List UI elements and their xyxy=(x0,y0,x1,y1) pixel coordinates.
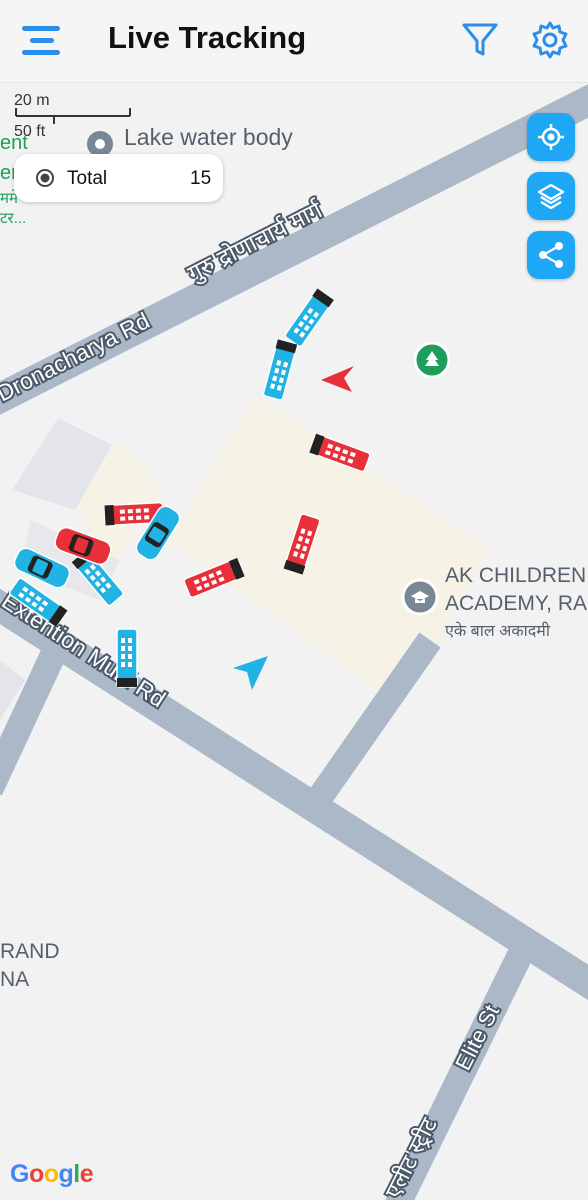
layers-icon xyxy=(537,183,565,210)
layers-button[interactable] xyxy=(527,172,575,220)
poi-label-school-2[interactable]: ACADEMY, RA xyxy=(445,592,587,616)
edge-label: NA xyxy=(0,968,30,991)
vehicle-arrow-cyan xyxy=(233,656,268,690)
poi-label-school-1[interactable]: AK CHILDREN xyxy=(445,564,586,588)
page-title: Live Tracking xyxy=(108,20,307,55)
google-logo: Google xyxy=(10,1160,94,1188)
share-button[interactable] xyxy=(527,231,575,279)
total-label: Total xyxy=(67,168,108,189)
park-pin-icon xyxy=(413,341,451,379)
poi-label-lake[interactable]: Lake water body xyxy=(124,124,293,151)
edge-label-green: टर... xyxy=(0,210,27,227)
map-canvas: गुरु द्रोणाचार्य मार्ग Dronacharya Rd Ex… xyxy=(0,84,588,1200)
edge-label: RAND xyxy=(0,940,60,963)
vehicle-arrow-red xyxy=(321,366,354,392)
radio-icon xyxy=(36,169,54,187)
school-pin-icon xyxy=(401,578,439,616)
poi-label-school-hindi: एके बाल अकादमी xyxy=(445,623,551,640)
menu-icon[interactable] xyxy=(22,24,60,58)
my-location-button[interactable] xyxy=(527,113,575,161)
gear-icon[interactable] xyxy=(530,20,570,60)
road-label-elite: Elite St xyxy=(450,1001,504,1074)
bus-marker-cyan xyxy=(116,628,138,688)
road-label-dronacharya: Dronacharya Rd xyxy=(0,307,153,406)
app-bar: Live Tracking xyxy=(0,0,588,83)
bus-marker-cyan xyxy=(262,339,298,401)
crosshair-icon xyxy=(538,124,564,150)
filter-icon[interactable] xyxy=(460,20,500,60)
road-side xyxy=(0,634,72,796)
total-count: 15 xyxy=(190,168,212,189)
map-scale: 20 m 50 ft xyxy=(14,92,134,144)
bus-marker-cyan xyxy=(284,288,334,348)
share-icon xyxy=(539,242,563,268)
total-summary-card[interactable]: Total 15 xyxy=(14,154,223,202)
map-view[interactable]: गुरु द्रोणाचार्य मार्ग Dronacharya Rd Ex… xyxy=(0,82,588,1200)
